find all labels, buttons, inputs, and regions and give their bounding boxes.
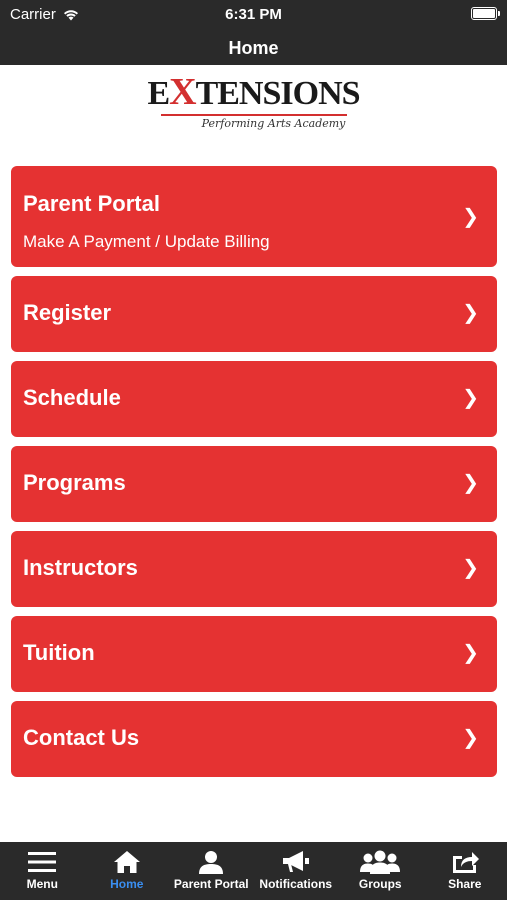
- tab-groups[interactable]: Groups: [338, 842, 423, 900]
- clock: 6:31 PM: [225, 6, 282, 23]
- menu-list: Parent Portal Make A Payment / Update Bi…: [11, 166, 497, 786]
- battery-icon: [471, 7, 500, 20]
- menu-item-schedule[interactable]: Schedule ❯: [11, 361, 497, 437]
- extensions-logo: EXTENSIONS Performing Arts Academy: [0, 71, 507, 144]
- group-icon: [360, 850, 401, 874]
- status-bar: Carrier 6:31 PM: [0, 0, 507, 30]
- menu-item-label: Parent Portal: [23, 191, 160, 216]
- menu-item-programs[interactable]: Programs ❯: [11, 446, 497, 522]
- home-icon: [113, 851, 140, 873]
- menu-item-label: Register: [23, 300, 112, 325]
- tab-home[interactable]: Home: [85, 842, 170, 900]
- menu-item-label: Programs: [23, 470, 126, 495]
- logo-underline: [160, 114, 347, 116]
- tab-parent-portal[interactable]: Parent Portal: [169, 842, 254, 900]
- logo-suffix: TENSIONS: [195, 75, 361, 112]
- tab-menu[interactable]: Menu: [0, 842, 85, 900]
- logo-subtitle: Performing Arts Academy: [201, 117, 346, 130]
- tab-share[interactable]: Share: [423, 842, 507, 900]
- tab-label: Groups: [358, 877, 402, 891]
- menu-item-label: Schedule: [23, 385, 121, 410]
- tab-label: Notifications: [259, 877, 333, 891]
- tab-label: Share: [448, 877, 482, 891]
- menu-item-label: Contact Us: [23, 725, 140, 750]
- tab-notifications[interactable]: Notifications: [254, 842, 339, 900]
- chevron-right-icon: ❯: [462, 727, 479, 749]
- menu-item-tuition[interactable]: Tuition ❯: [11, 616, 497, 692]
- logo-x: X: [169, 71, 196, 113]
- menu-item-register[interactable]: Register ❯: [11, 276, 497, 352]
- chevron-right-icon: ❯: [462, 557, 479, 579]
- menu-item-label: Instructors: [23, 555, 138, 580]
- tab-label: Home: [110, 877, 144, 891]
- chevron-right-icon: ❯: [462, 642, 479, 664]
- nav-bar: Home: [0, 30, 507, 65]
- menu-item-sublabel: Make A Payment / Update Billing: [23, 232, 270, 251]
- tab-label: Menu: [26, 877, 58, 891]
- menu-item-instructors[interactable]: Instructors ❯: [11, 531, 497, 607]
- menu-item-label: Tuition: [23, 640, 95, 665]
- logo-wordmark: EXTENSIONS: [147, 71, 361, 113]
- share-icon: [452, 852, 479, 873]
- tab-bar: Menu Home Parent Portal Notifications Gr…: [0, 842, 507, 900]
- menu-item-contact-us[interactable]: Contact Us ❯: [11, 701, 497, 777]
- page-title: Home: [228, 38, 279, 58]
- hamburger-icon: [28, 852, 57, 872]
- megaphone-icon: [282, 851, 309, 872]
- logo-prefix: E: [147, 75, 170, 112]
- menu-item-parent-portal[interactable]: Parent Portal Make A Payment / Update Bi…: [11, 166, 497, 267]
- chevron-right-icon: ❯: [462, 387, 479, 409]
- person-icon: [199, 851, 224, 874]
- tab-label: Parent Portal: [173, 877, 249, 891]
- chevron-right-icon: ❯: [462, 472, 479, 494]
- chevron-right-icon: ❯: [462, 302, 479, 324]
- chevron-right-icon: ❯: [462, 206, 479, 228]
